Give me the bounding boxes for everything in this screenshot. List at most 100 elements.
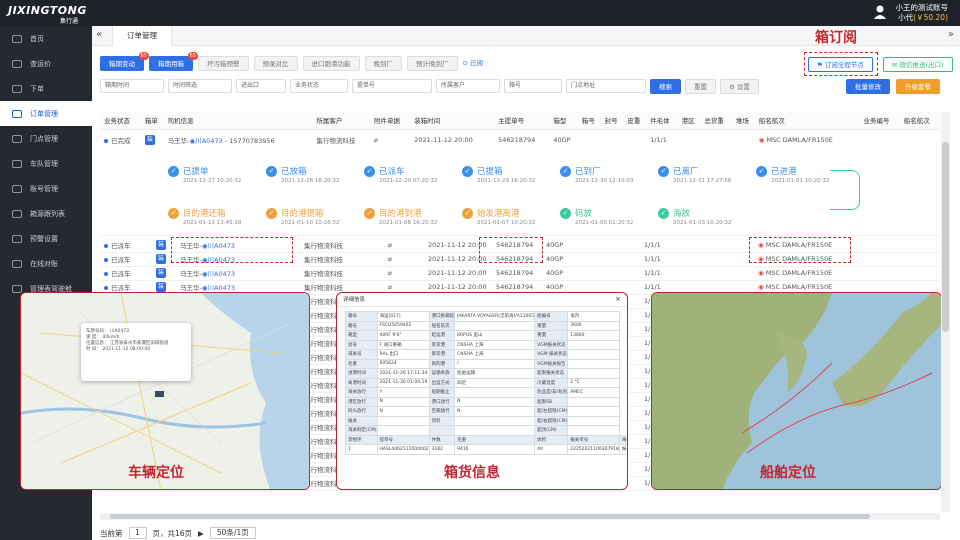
- subscribe-node-button[interactable]: ⚑ 订阅全程节点: [808, 57, 873, 72]
- col-header[interactable]: 总货重: [700, 112, 732, 130]
- balance: (￥50.20): [913, 13, 948, 22]
- timeline-step: ✓ 已到厂 2021-12-30 12:10:03: [560, 164, 658, 186]
- sidebar-item-fleet[interactable]: 车队管理: [0, 151, 92, 176]
- status-dot: [104, 272, 108, 276]
- import-tracking-button[interactable]: 进口跟港功能: [302, 56, 360, 71]
- tab-order-management[interactable]: 订单管理: [112, 26, 172, 46]
- page-input[interactable]: 1: [128, 527, 147, 539]
- upgrade-plan-button[interactable]: 升级套餐: [896, 79, 940, 94]
- table-header: 业务状态 箱单 司机信息 所属客户 附件单据 装箱时间 主提单号 箱型 箱号 封…: [100, 112, 940, 130]
- reset-button[interactable]: 重置: [685, 79, 716, 94]
- sidebar-item-door[interactable]: 门点管理: [0, 126, 92, 151]
- notification-badge: 65: [138, 52, 149, 60]
- bl-link[interactable]: 546218794: [492, 266, 542, 281]
- double-chevron-right-icon[interactable]: »: [948, 29, 954, 40]
- order-table: 业务状态 箱单 司机信息 所属客户 附件单据 装箱时间 主提单号 箱型 箱号 封…: [100, 112, 940, 152]
- col-header[interactable]: 箱号: [577, 112, 601, 130]
- tracking-timeline: ✓ 已提单 2021-12-27 10:20:32 ✓ 已放箱 2021-12-28 18…: [100, 150, 940, 236]
- read-link[interactable]: ⊙ 已阅: [463, 56, 484, 72]
- settings-button[interactable]: ⚙ 设置: [720, 79, 759, 94]
- table-row[interactable]: 已完成 装 马王华-◉川A0473 - 15770783956 集行物流科技 ⌀…: [100, 129, 940, 152]
- box-icon[interactable]: 装: [156, 254, 166, 264]
- timeline-connector: [830, 170, 860, 210]
- box-icon[interactable]: 装: [156, 268, 166, 278]
- late-arrival-button[interactable]: 晚到厂: [364, 56, 402, 71]
- door-address-input[interactable]: 门点地址: [566, 79, 646, 93]
- ship-pin-icon[interactable]: ◉: [759, 136, 765, 144]
- close-icon[interactable]: ×: [615, 295, 621, 303]
- user-info[interactable]: 小王的测试账号 小代(￥50.20): [896, 3, 949, 23]
- table-row[interactable]: 已派车装马王华-◉川A0473集行物流科技⌀2021-11-12 20:0054…: [100, 266, 940, 281]
- search-button[interactable]: 搜索: [650, 79, 681, 94]
- vehicle-location-panel[interactable]: 车牌号码： 川A0473 速 度： 40km/h 位置信息： 江苏省泰州市姜堰区…: [20, 292, 310, 490]
- ship-pin-icon[interactable]: ◉: [758, 283, 764, 291]
- attachment-icon[interactable]: ⌀: [388, 283, 392, 291]
- col-header[interactable]: 业务编号: [859, 112, 900, 130]
- attachment-icon[interactable]: ⌀: [388, 255, 392, 263]
- col-header[interactable]: 堆场: [731, 112, 755, 130]
- vertical-scrollbar[interactable]: [941, 112, 950, 512]
- col-header[interactable]: 业务状态: [100, 112, 141, 130]
- next-page-icon[interactable]: ▶: [198, 529, 204, 538]
- attachment-icon[interactable]: ⌀: [374, 136, 378, 144]
- col-header[interactable]: 件毛体: [646, 112, 678, 130]
- wechat-push-button[interactable]: ✉ 微信推送(出口): [882, 57, 953, 72]
- col-header[interactable]: 所属客户: [312, 112, 371, 130]
- user-avatar-icon[interactable]: [874, 5, 886, 19]
- sidebar-item-order[interactable]: 下单: [0, 76, 92, 101]
- box-icon[interactable]: 装: [144, 135, 155, 145]
- customer-input[interactable]: 所属客户: [436, 79, 500, 93]
- damaged-container-button[interactable]: 坏污箱预警: [198, 56, 249, 71]
- pre-record-compare-button[interactable]: 预录对比: [253, 56, 298, 71]
- attachment-icon[interactable]: ⌀: [388, 269, 392, 277]
- col-header[interactable]: 装箱时间: [410, 112, 495, 130]
- cargo-info-panel[interactable]: 详细信息 × 箱号 海运(017) 港口拖箱段 JAKARTA VOYAGER(泛航海…: [336, 292, 628, 490]
- cargo-dialog-title: 详细信息: [337, 293, 627, 307]
- col-header[interactable]: 港区: [677, 112, 701, 130]
- box-icon[interactable]: 装: [156, 239, 166, 250]
- page-size-select[interactable]: 50条/1页: [209, 527, 256, 539]
- bl-link[interactable]: 546218794: [494, 129, 550, 152]
- ship-pin-icon[interactable]: ◉: [758, 269, 764, 277]
- check-icon: ✓: [168, 208, 179, 219]
- container-number-input[interactable]: 箱号: [504, 79, 562, 93]
- col-header[interactable]: 附件单据: [370, 112, 411, 130]
- container-use-button[interactable]: 箱期用箱 65: [149, 52, 198, 71]
- import-export-select[interactable]: 进出口: [236, 79, 286, 93]
- expected-late-button[interactable]: 预计晚到厂: [407, 56, 458, 71]
- col-header[interactable]: 船名航次: [754, 112, 860, 130]
- batch-edit-button[interactable]: 批量修改: [846, 79, 890, 94]
- check-icon: ✓: [266, 208, 277, 219]
- check-icon: ✓: [658, 208, 669, 219]
- timeline-step: ✓ 已派车 2021-12-29 07:20:32: [364, 164, 462, 186]
- sidebar-item-alert[interactable]: 预警设置: [0, 226, 92, 251]
- vessel-map[interactable]: [652, 293, 942, 490]
- sidebar-item-home[interactable]: 首页: [0, 26, 92, 51]
- subscribe-buttons: ⚑ 订阅全程节点 ✉ 微信推送(出口): [808, 57, 953, 72]
- col-header[interactable]: 司机信息: [163, 112, 313, 130]
- double-chevron-left-icon[interactable]: «: [96, 29, 102, 40]
- col-header[interactable]: 封号: [600, 112, 624, 130]
- container-change-button[interactable]: 箱期变动 65: [100, 52, 149, 71]
- attachment-icon[interactable]: ⌀: [388, 241, 392, 249]
- sidebar-item-reconcile[interactable]: 在线对账: [0, 251, 92, 276]
- time-filter-input[interactable]: 时间筛选: [168, 79, 232, 93]
- sidebar-item-container[interactable]: 箱源跟列表: [0, 201, 92, 226]
- col-header[interactable]: 主提单号: [494, 112, 550, 130]
- page-total: 页，共16页: [152, 528, 193, 538]
- business-status-select[interactable]: 业务状态: [290, 79, 348, 93]
- bl-number-input[interactable]: 提单号: [352, 79, 432, 93]
- col-header[interactable]: 箱单: [140, 112, 164, 130]
- vessel-location-panel[interactable]: [651, 292, 942, 490]
- document-icon: [12, 109, 22, 118]
- box-icon[interactable]: 装: [156, 282, 166, 292]
- col-header[interactable]: 皮重: [623, 112, 647, 130]
- horizontal-scrollbar[interactable]: [100, 513, 940, 520]
- col-header[interactable]: 船名航次: [899, 112, 940, 130]
- sidebar-item-order-management[interactable]: 订单管理: [0, 101, 92, 126]
- col-header[interactable]: 箱型: [549, 112, 578, 130]
- sidebar-item-freight[interactable]: 查运价: [0, 51, 92, 76]
- date-type-select[interactable]: 箱期时间: [100, 79, 164, 93]
- check-icon: ✓: [266, 166, 277, 177]
- sidebar-item-account[interactable]: 账号管理: [0, 176, 92, 201]
